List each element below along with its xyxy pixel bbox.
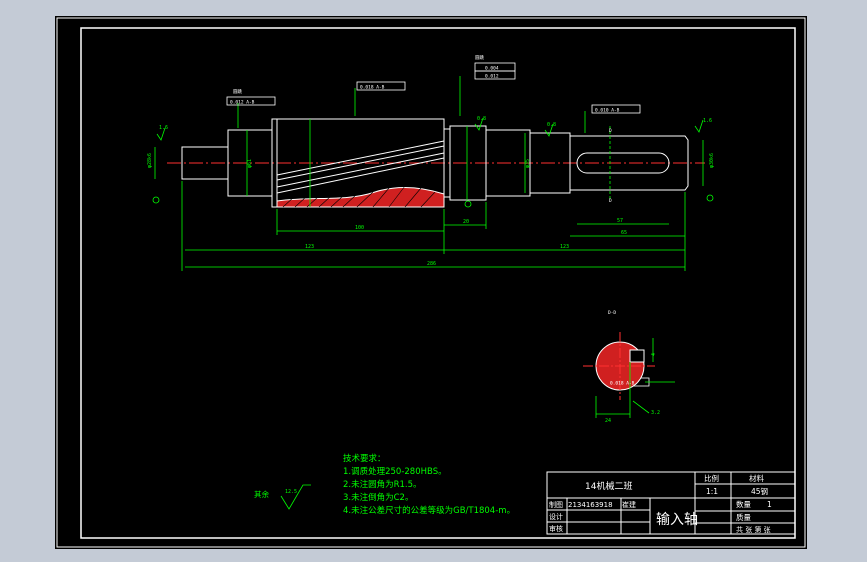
frame-2: 0.018 A-B xyxy=(360,85,385,91)
dim-len-left: 123 xyxy=(305,244,314,250)
cut-mark-bottom: D xyxy=(609,198,612,204)
dim-len-key-end: 65 xyxy=(621,230,627,236)
tolerance-frames xyxy=(226,62,650,387)
dim-len-gear: 100 xyxy=(355,225,364,231)
frame-flat: 0.004 xyxy=(485,66,499,72)
drafter-label: 制图 xyxy=(549,500,563,509)
dim-d-left: φ28k6 xyxy=(147,153,153,168)
label-runout-left: 圆跳 xyxy=(233,88,242,95)
inner-border xyxy=(80,27,796,539)
drafter-value: 2134163918 xyxy=(568,501,613,509)
finish-value: 12.5 xyxy=(285,489,297,495)
roughness-a: 1.6 xyxy=(159,125,168,131)
roughness-c: 0.8 xyxy=(547,122,556,128)
roughness-d: 1.6 xyxy=(703,118,712,124)
sheet-label: 共 张 第 张 xyxy=(736,525,771,534)
section-width: 24 xyxy=(605,418,611,424)
drafter-name: 崔建 xyxy=(622,500,636,509)
drawing-sheet: φ28k6 φ61 φ35 φ30k6 100 20 57 65 123 123… xyxy=(55,16,807,549)
cad-viewport: φ28k6 φ61 φ35 φ30k6 100 20 57 65 123 123… xyxy=(0,0,867,562)
dim-len-right: 123 xyxy=(560,244,569,250)
tech-heading: 技术要求： xyxy=(343,453,386,464)
scale-header: 比例 xyxy=(704,473,719,483)
part-name: 输入轴 xyxy=(656,512,698,528)
quantity-value: 1 xyxy=(767,500,772,509)
frame-1: 0.012 A-B xyxy=(230,100,255,106)
dim-d-step: φ35 xyxy=(525,159,531,168)
dim-len-shoulder: 20 xyxy=(463,219,469,225)
tech-requirements: 技术要求： 1.调质处理250-280HBS。 2.未注圆角为R1.5。 3.未… xyxy=(343,453,515,516)
mass-label: 质量 xyxy=(736,512,751,522)
tech-item-3: 3.未注倒角为C2。 xyxy=(343,492,413,503)
dim-len-total: 286 xyxy=(427,261,436,267)
scale-value: 1:1 xyxy=(706,487,718,496)
section-label: D-D xyxy=(608,310,616,316)
dim-d-key: φ30k6 xyxy=(709,153,715,168)
cut-mark-top: D xyxy=(609,128,612,134)
frame-cyl: 0.012 xyxy=(485,74,499,80)
finish-label: 其余 xyxy=(254,489,269,499)
roughness-b: 0.8 xyxy=(477,116,486,122)
section-roughness: 3.2 xyxy=(651,410,660,416)
section-depth: 4 xyxy=(651,353,657,356)
label-runout-top: 圆跳 xyxy=(475,54,484,61)
review-label: 审核 xyxy=(549,524,563,533)
drawing-canvas: φ28k6 φ61 φ35 φ30k6 100 20 57 65 123 123… xyxy=(56,17,806,548)
section-view-dd xyxy=(583,332,675,418)
tech-item-2: 2.未注圆角为R1.5。 xyxy=(343,479,422,490)
material-header: 材料 xyxy=(749,473,764,483)
material-value: 45钢 xyxy=(751,486,768,496)
surface-finish-symbol: 其余 12.5 xyxy=(254,484,311,510)
frame-3: 0.010 A-B xyxy=(595,108,620,114)
frame-4: 0.018 A-B xyxy=(610,381,635,387)
partial-section-hatch xyxy=(276,185,445,208)
dim-len-key: 57 xyxy=(617,218,623,224)
design-label: 设计 xyxy=(549,512,563,521)
tech-item-4: 4.未注公差尺寸的公差等级为GB/T1804-m。 xyxy=(343,505,515,516)
tech-item-1: 1.调质处理250-280HBS。 xyxy=(343,466,447,477)
class-name: 14机械二班 xyxy=(585,480,632,492)
quantity-label: 数量 xyxy=(736,499,751,509)
dim-d-mid: φ61 xyxy=(247,159,253,168)
